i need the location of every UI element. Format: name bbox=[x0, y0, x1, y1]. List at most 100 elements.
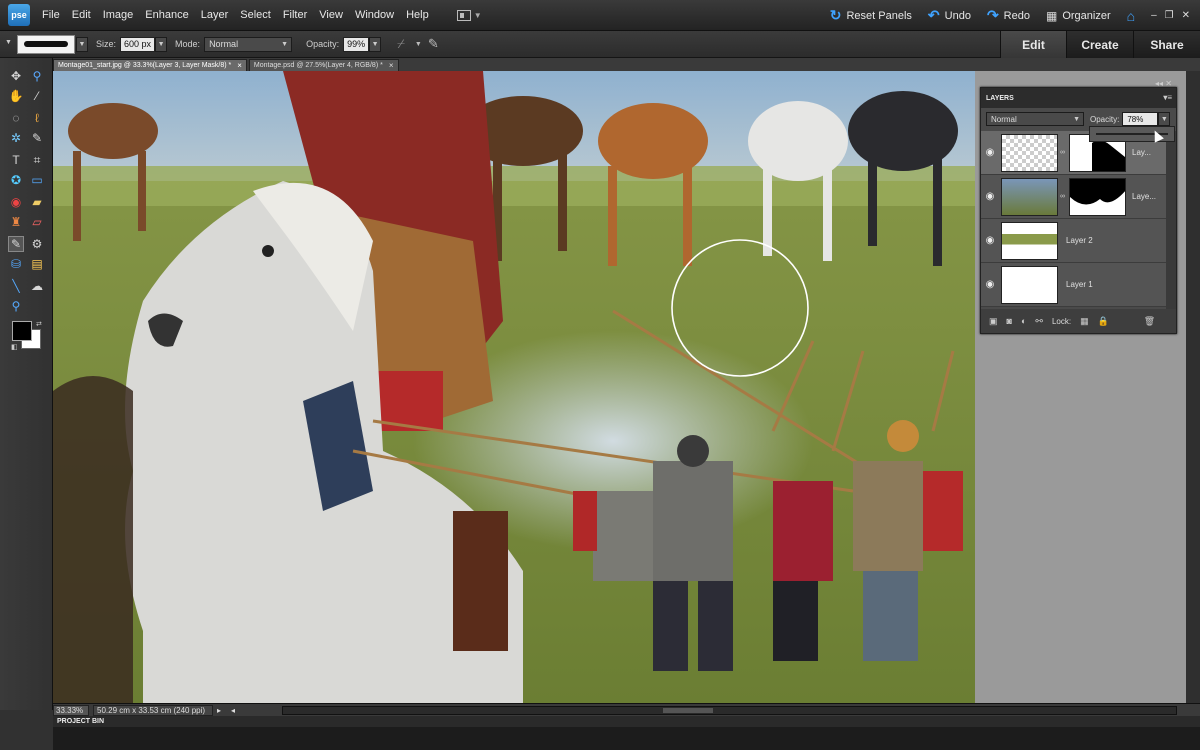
close-tab-icon[interactable]: × bbox=[237, 61, 242, 70]
blend-mode-select[interactable]: Normal ▼ bbox=[986, 112, 1084, 126]
home-icon[interactable]: ⌂ bbox=[1127, 8, 1135, 24]
mode-select[interactable]: Normal ▼ bbox=[204, 36, 293, 52]
tablet-brush-icon[interactable]: ✎ bbox=[428, 36, 439, 52]
brush-preview[interactable] bbox=[17, 34, 75, 54]
brush-settings-chevron-icon[interactable]: ▼ bbox=[415, 41, 422, 48]
eraser-tool-icon[interactable]: ▱ bbox=[29, 214, 45, 230]
blur-tool-icon[interactable]: ☁ bbox=[29, 278, 45, 294]
menu-filter[interactable]: Filter bbox=[277, 9, 313, 21]
document-info: 50.29 cm x 33.53 cm (240 ppi) bbox=[93, 704, 213, 716]
tab-share[interactable]: Share bbox=[1133, 31, 1200, 58]
lasso-tool-icon[interactable]: ℓ bbox=[29, 110, 45, 126]
menu-enhance[interactable]: Enhance bbox=[139, 9, 194, 21]
menu-view[interactable]: View bbox=[313, 9, 349, 21]
new-layer-icon[interactable]: ▣ bbox=[989, 316, 998, 327]
mask-link-icon[interactable]: ∞ bbox=[1060, 193, 1066, 200]
vertical-scrollbar[interactable] bbox=[1186, 71, 1200, 703]
restore-icon[interactable]: ❐ bbox=[1165, 10, 1174, 21]
visibility-eye-icon[interactable]: ◉ bbox=[981, 147, 999, 158]
layers-scrollbar[interactable] bbox=[1166, 131, 1176, 309]
reset-icon: ↻ bbox=[829, 7, 842, 23]
foreground-color-swatch[interactable] bbox=[12, 321, 32, 341]
collapse-panel-icon[interactable]: ◂◂ ✕ bbox=[1155, 79, 1172, 88]
arrange-documents-button[interactable]: ▼ bbox=[456, 9, 482, 21]
tab-create[interactable]: Create bbox=[1066, 31, 1133, 58]
zoom-tool-icon[interactable]: ⚲ bbox=[29, 68, 45, 84]
brush-picker-chevron-icon[interactable]: ▼ bbox=[76, 36, 88, 52]
opacity-slider-chevron-icon[interactable]: ▼ bbox=[369, 36, 382, 52]
cookie-cutter-tool-icon[interactable]: ✪ bbox=[8, 172, 24, 188]
undo-button[interactable]: ↶ Undo bbox=[928, 7, 971, 24]
add-mask-icon[interactable]: ◙ bbox=[1007, 316, 1012, 326]
shape-tool-icon[interactable]: ╲ bbox=[8, 278, 24, 294]
reset-panels-button[interactable]: ↻ Reset Panels bbox=[830, 7, 912, 24]
tab-edit[interactable]: Edit bbox=[1000, 31, 1066, 58]
magic-wand-tool-icon[interactable]: ✲ bbox=[8, 130, 24, 146]
zoom-level[interactable]: 33.33% bbox=[53, 704, 89, 716]
chevron-down-icon: ▼ bbox=[473, 10, 482, 20]
document-tab-montage-psd[interactable]: Montage.psd @ 27.5%(Layer 4, RGB/8) * × bbox=[248, 59, 399, 71]
tool-preset-chevron-icon[interactable]: ▼ bbox=[5, 39, 12, 46]
move-tool-icon[interactable]: ✥ bbox=[8, 68, 24, 84]
eyedropper-tool-icon[interactable]: ⁄ bbox=[29, 88, 45, 104]
mask-link-icon[interactable]: ∞ bbox=[1060, 149, 1066, 156]
minimize-icon[interactable]: – bbox=[1151, 10, 1157, 21]
default-colors-icon[interactable]: ◧ bbox=[11, 343, 18, 351]
visibility-eye-icon[interactable]: ◉ bbox=[981, 235, 999, 246]
project-bin-bar[interactable]: PROJECT BIN bbox=[53, 716, 1200, 727]
menu-select[interactable]: Select bbox=[234, 9, 277, 21]
document-tab-montage01[interactable]: Montage01_start.jpg @ 33.3%(Layer 3, Lay… bbox=[53, 59, 247, 71]
red-eye-tool-icon[interactable]: ◉ bbox=[8, 194, 24, 210]
layer-row-1[interactable]: ◉ Layer 1 bbox=[981, 263, 1168, 307]
visibility-eye-icon[interactable]: ◉ bbox=[981, 279, 999, 290]
size-slider-chevron-icon[interactable]: ▼ bbox=[155, 36, 168, 52]
brush-tool-icon[interactable]: ✎ bbox=[8, 236, 24, 252]
app-logo: pse bbox=[8, 4, 30, 26]
opacity-input[interactable]: 99% bbox=[343, 36, 370, 52]
scroll-left-icon[interactable]: ◂ bbox=[231, 706, 235, 715]
menu-help[interactable]: Help bbox=[400, 9, 435, 21]
scrollbar-thumb[interactable] bbox=[663, 708, 713, 713]
paint-bucket-tool-icon[interactable]: ⛁ bbox=[8, 256, 24, 272]
menu-window[interactable]: Window bbox=[349, 9, 400, 21]
clone-stamp-tool-icon[interactable]: ♜ bbox=[8, 214, 24, 230]
layer-mask-thumbnail[interactable] bbox=[1069, 177, 1126, 216]
layer-opacity-input[interactable]: 78% bbox=[1122, 112, 1159, 126]
menu-layer[interactable]: Layer bbox=[195, 9, 235, 21]
horizontal-scrollbar[interactable] bbox=[282, 706, 1177, 715]
spot-healing-tool-icon[interactable]: ▰ bbox=[29, 194, 45, 210]
doc-info-menu-icon[interactable]: ▸ bbox=[217, 706, 221, 715]
menu-file[interactable]: File bbox=[36, 9, 66, 21]
marquee-tool-icon[interactable]: ◌ bbox=[8, 110, 24, 126]
hand-tool-icon[interactable]: ✋ bbox=[8, 88, 24, 104]
close-tab-icon[interactable]: × bbox=[389, 61, 394, 70]
size-input[interactable]: 600 px bbox=[120, 36, 156, 52]
lock-transparency-icon[interactable]: ▦ bbox=[1080, 316, 1089, 327]
menu-edit[interactable]: Edit bbox=[66, 9, 97, 21]
montage-image bbox=[53, 71, 975, 703]
lock-all-icon[interactable]: 🔒 bbox=[1098, 316, 1109, 327]
redo-button[interactable]: ↷ Redo bbox=[987, 7, 1030, 24]
crop-tool-icon[interactable]: ⌗ bbox=[29, 152, 45, 168]
quick-selection-tool-icon[interactable]: ✎ bbox=[29, 130, 45, 146]
smart-brush-tool-icon[interactable]: ⚙ bbox=[29, 236, 45, 252]
panel-menu-icon[interactable]: ▾≡ bbox=[1163, 93, 1172, 102]
link-layers-icon[interactable]: ⚯ bbox=[1035, 316, 1043, 327]
adjustment-layer-icon[interactable]: ◐ bbox=[1021, 316, 1026, 326]
close-icon[interactable]: ✕ bbox=[1182, 10, 1190, 21]
layer-row-2[interactable]: ◉ Layer 2 bbox=[981, 219, 1168, 263]
delete-layer-icon[interactable]: 🗑 bbox=[1144, 316, 1155, 327]
straighten-tool-icon[interactable]: ▭ bbox=[29, 172, 45, 188]
menu-image[interactable]: Image bbox=[97, 9, 140, 21]
layer-opacity-chevron-icon[interactable]: ▼ bbox=[1158, 112, 1171, 126]
layer-name: Laye... bbox=[1132, 192, 1157, 201]
document-canvas[interactable] bbox=[53, 71, 975, 703]
layer-row-4[interactable]: ◉ ∞ Laye... bbox=[981, 175, 1168, 219]
visibility-eye-icon[interactable]: ◉ bbox=[981, 191, 999, 202]
type-tool-icon[interactable]: T bbox=[8, 152, 24, 168]
swap-colors-icon[interactable]: ⇄ bbox=[36, 320, 42, 328]
sponge-tool-icon[interactable]: ⚲ bbox=[8, 298, 24, 314]
organizer-button[interactable]: ▦ Organizer bbox=[1046, 9, 1111, 23]
airbrush-icon[interactable]: ⌿ bbox=[397, 36, 405, 52]
gradient-tool-icon[interactable]: ▤ bbox=[29, 256, 45, 272]
